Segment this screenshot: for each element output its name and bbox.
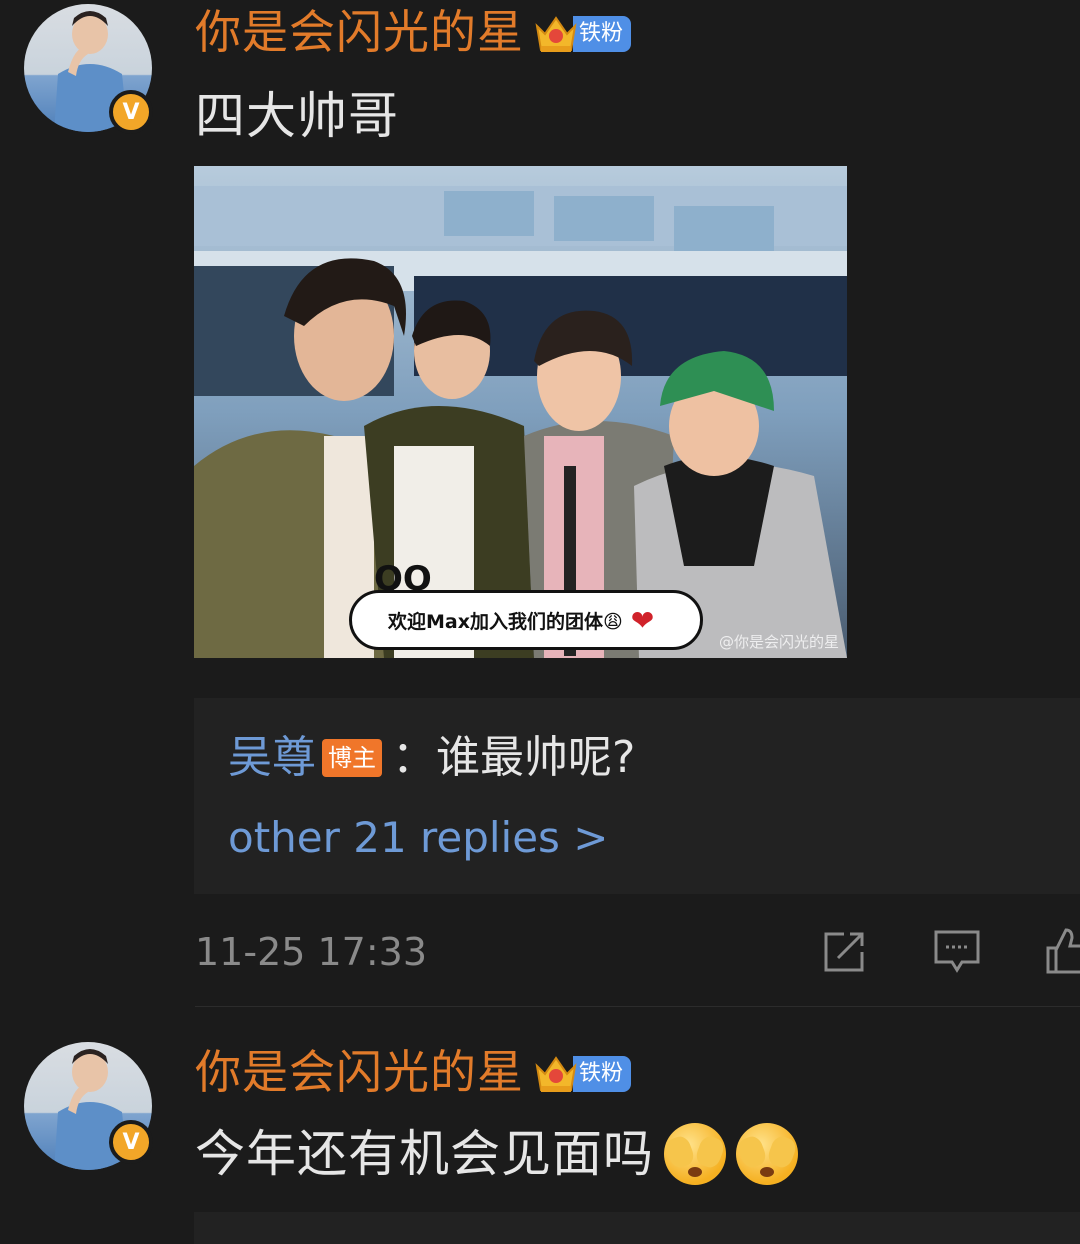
fan-badge[interactable]: 铁粉: [533, 12, 632, 56]
comment-text: 今年还有机会见面吗: [195, 1122, 798, 1186]
fan-badge-label: 铁粉: [573, 16, 632, 52]
comment-text: 四大帅哥: [195, 87, 399, 145]
reply-preview[interactable]: 吴尊 博主 ：谁最帅呢? other 21 replies >: [194, 698, 1080, 894]
comment-feed: V 你是会闪光的星 铁粉 四大帅哥 OO 欢迎Max加入我们的团体😩 ❤ @你是…: [0, 0, 1080, 1244]
comment-item: V 你是会闪光的星 铁粉 今年还有机会见面吗: [0, 1030, 1080, 1244]
verified-icon: V: [109, 90, 153, 134]
host-badge: 博主: [322, 739, 382, 777]
photo-sticker: OO 欢迎Max加入我们的团体😩 ❤: [349, 559, 703, 650]
crown-icon: [533, 12, 579, 56]
verified-icon: V: [109, 1120, 153, 1164]
reply-author[interactable]: 吴尊: [228, 728, 316, 788]
username[interactable]: 你是会闪光的星: [195, 2, 524, 62]
timestamp: 11-25 17:33: [195, 930, 428, 974]
crown-icon: [533, 1052, 579, 1096]
fan-badge[interactable]: 铁粉: [533, 1052, 632, 1096]
reply-item: 吴尊 博主 ：谁最帅呢?: [228, 728, 635, 788]
sticker-eyes: OO: [374, 559, 432, 599]
photo-watermark: @你是会闪光的星: [718, 633, 839, 651]
comment-icon[interactable]: [932, 926, 982, 976]
comment-item: V 你是会闪光的星 铁粉 四大帅哥 OO 欢迎Max加入我们的团体😩 ❤ @你是…: [0, 0, 1080, 1010]
reply-preview[interactable]: [194, 1212, 1080, 1244]
thumbs-up-icon[interactable]: [1044, 926, 1080, 976]
comment-text-content: 今年还有机会见面吗: [195, 1125, 654, 1183]
heart-icon: ❤: [630, 603, 655, 637]
more-replies-link[interactable]: other 21 replies >: [228, 810, 608, 866]
reply-text: ：谁最帅呢?: [392, 732, 636, 783]
comment-photo[interactable]: OO 欢迎Max加入我们的团体😩 ❤ @你是会闪光的星: [194, 166, 847, 658]
covering-face-emoji-icon: [664, 1123, 726, 1185]
divider: [195, 1006, 1080, 1007]
fan-badge-label: 铁粉: [573, 1056, 632, 1092]
sticker-text: 欢迎Max加入我们的团体😩: [388, 610, 623, 633]
username[interactable]: 你是会闪光的星: [195, 1042, 524, 1102]
covering-face-emoji-icon: [736, 1123, 798, 1185]
share-icon[interactable]: [820, 926, 870, 976]
